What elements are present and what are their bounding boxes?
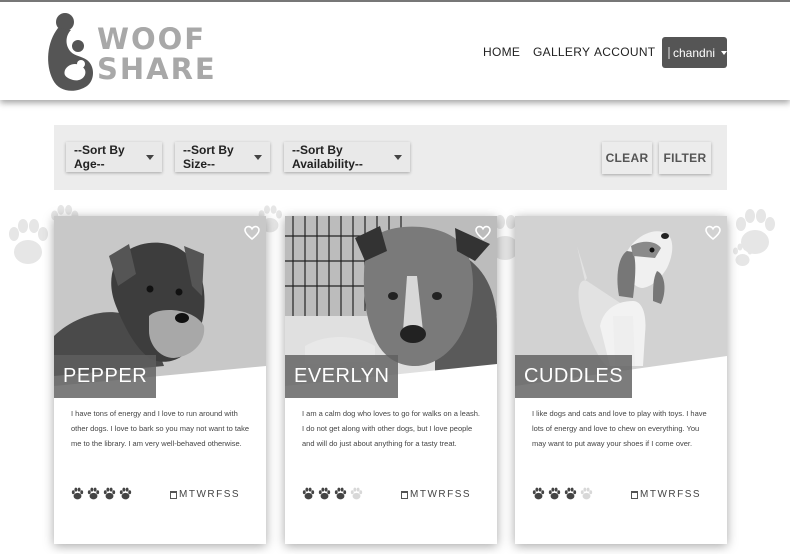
nav-gallery[interactable]: GALLERY xyxy=(533,45,590,59)
logo-line1: WOOF xyxy=(97,22,207,56)
filter-button[interactable]: FILTER xyxy=(659,142,711,174)
dog-mother-logo-icon xyxy=(48,13,93,91)
dog-card-pepper[interactable]: PEPPER I have tons of energy and I love … xyxy=(54,216,266,544)
dog-name-tag: EVERLYN xyxy=(285,355,399,398)
paw-icon-filled xyxy=(71,487,84,500)
woofshare-logo[interactable]: WOOF SHARE xyxy=(45,12,215,94)
calendar-icon xyxy=(631,490,638,499)
dog-card-cuddles[interactable]: CUDDLES I like dogs and cats and love to… xyxy=(515,216,727,544)
paw-icon-filled xyxy=(548,487,561,500)
chevron-down-icon xyxy=(394,154,402,160)
paw-icon-empty xyxy=(580,487,593,500)
availability-days-text: MTWRFSS xyxy=(640,489,702,500)
availability-days: MTWRFSS xyxy=(170,489,240,500)
user-menu-button[interactable]: chandni xyxy=(662,37,728,68)
logo-text: WOOF SHARE xyxy=(97,24,217,84)
availability-days-text: MTWRFSS xyxy=(410,489,472,500)
dog-description: I have tons of energy and I love to run … xyxy=(71,409,250,448)
heart-icon[interactable] xyxy=(705,225,721,241)
paw-icon-filled xyxy=(564,487,577,500)
calendar-icon xyxy=(170,490,177,499)
heart-icon[interactable] xyxy=(244,225,260,241)
sort-by-age-label: --Sort By Age-- xyxy=(74,143,125,171)
chevron-down-icon xyxy=(721,50,728,55)
paw-icon-filled xyxy=(87,487,100,500)
chevron-down-icon xyxy=(146,154,154,160)
nav-account[interactable]: ACCOUNT xyxy=(594,45,655,59)
paw-icon-filled xyxy=(302,487,315,500)
dog-name-tag: PEPPER xyxy=(54,355,157,398)
paw-icon-filled xyxy=(334,487,347,500)
user-avatar xyxy=(668,46,670,59)
dog-description: I like dogs and cats and love to play wi… xyxy=(532,409,707,448)
nav-home[interactable]: HOME xyxy=(483,45,520,59)
heart-icon[interactable] xyxy=(475,225,491,241)
availability-days-text: MTWRFSS xyxy=(179,489,241,500)
clear-button[interactable]: CLEAR xyxy=(602,142,652,174)
paw-icon-filled xyxy=(119,487,132,500)
sort-by-availability-dropdown[interactable]: --Sort By Availability-- xyxy=(284,142,410,172)
paw-icon-filled xyxy=(532,487,545,500)
dog-description: I am a calm dog who loves to go for walk… xyxy=(302,409,481,448)
chevron-down-icon xyxy=(254,154,262,160)
site-header: WOOF SHARE HOME GALLERY ACCOUNT chandni xyxy=(0,0,790,100)
sort-by-size-label: --Sort By Size-- xyxy=(183,143,234,171)
availability-days: MTWRFSS xyxy=(631,489,701,500)
paw-icon-filled xyxy=(318,487,331,500)
logo-line2: SHARE xyxy=(97,52,217,86)
availability-days: MTWRFSS xyxy=(401,489,471,500)
dog-name-tag: CUDDLES xyxy=(515,355,633,398)
paw-icon-filled xyxy=(103,487,116,500)
energy-rating xyxy=(302,487,363,500)
sort-by-age-dropdown[interactable]: --Sort By Age-- xyxy=(66,142,162,172)
dog-card-everlyn[interactable]: EVERLYN I am a calm dog who loves to go … xyxy=(285,216,497,544)
sort-by-availability-label: --Sort By Availability-- xyxy=(292,143,363,171)
calendar-icon xyxy=(401,490,408,499)
energy-rating xyxy=(532,487,593,500)
user-name: chandni xyxy=(673,45,716,60)
paw-icon-empty xyxy=(350,487,363,500)
filter-bar: --Sort By Age-- --Sort By Size-- --Sort … xyxy=(54,125,727,190)
sort-by-size-dropdown[interactable]: --Sort By Size-- xyxy=(175,142,270,172)
energy-rating xyxy=(71,487,132,500)
